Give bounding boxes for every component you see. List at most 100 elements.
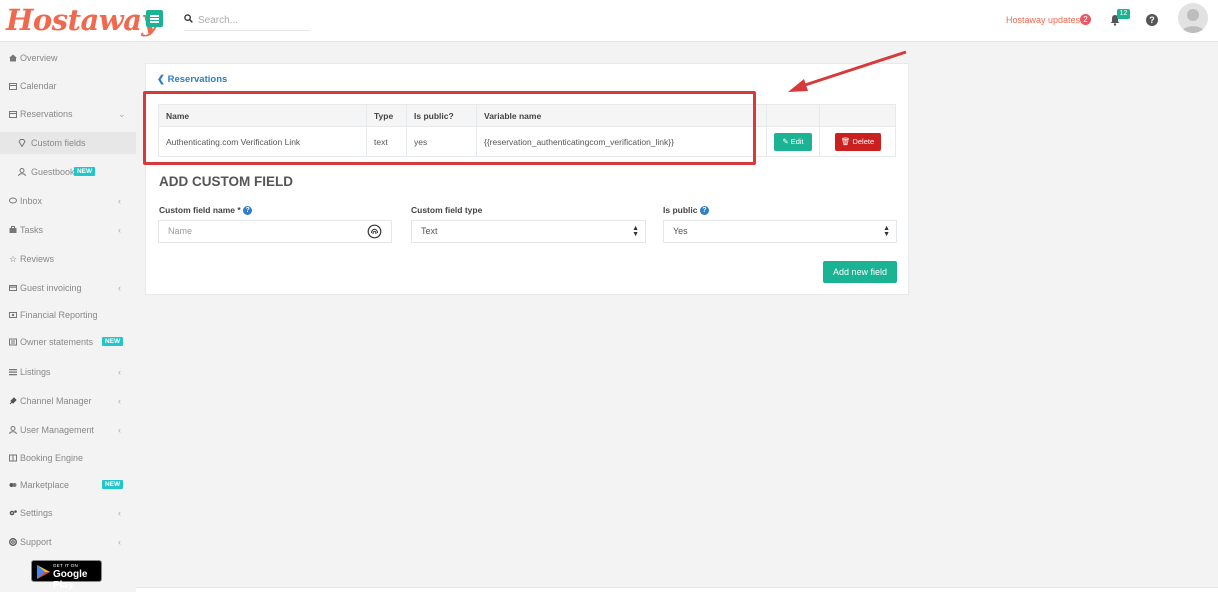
sidebar-item-label: Reviews: [20, 254, 55, 264]
sidebar-item-overview[interactable]: Overview: [0, 47, 136, 69]
info-icon[interactable]: ?: [243, 206, 253, 216]
google-play-icon: [37, 565, 50, 579]
sidebar-item-listings[interactable]: Listings ‹: [0, 361, 136, 383]
annotation-arrow-icon: [788, 50, 907, 92]
avatar[interactable]: [1178, 3, 1208, 33]
sidebar-item-label: Support: [20, 537, 52, 547]
name-label-text: Custom field name *: [159, 205, 241, 215]
sidebar-item-label: Channel Manager: [20, 396, 92, 406]
type-selected-value: Text: [421, 226, 438, 236]
sidebar-item-label: Financial Reporting: [20, 310, 98, 320]
column-header-is-public: Is public?: [406, 104, 477, 127]
sidebar-item-reviews[interactable]: ☆ Reviews: [0, 248, 136, 270]
list-icon: [9, 369, 17, 376]
top-navbar: Hostaway Hostaway updates 2 12 ?: [0, 0, 1218, 42]
sidebar-item-support[interactable]: Support ‹: [0, 531, 136, 553]
sidebar-item-label: Marketplace: [20, 480, 70, 490]
sidebar-item-label: Tasks: [20, 225, 44, 235]
sidebar-item-tasks[interactable]: Tasks ‹: [0, 219, 136, 241]
sidebar-item-guestbook[interactable]: Guestbook NEW: [0, 161, 136, 183]
column-header-type: Type: [366, 104, 407, 127]
sidebar-item-custom-fields[interactable]: Custom fields: [0, 132, 136, 154]
edit-label: Edit: [790, 136, 804, 146]
column-header-edit: [766, 104, 820, 127]
is-public-select[interactable]: Yes ▲ ▼: [663, 220, 897, 243]
chevron-left-icon: ‹: [118, 396, 121, 406]
cell-name: Authenticating.com Verification Link: [158, 126, 367, 157]
cell-variable-name: {{reservation_authenticatingcom_verifica…: [476, 126, 767, 157]
new-badge: NEW: [74, 167, 96, 176]
sidebar-item-user-management[interactable]: User Management ‹: [0, 419, 136, 441]
info-icon[interactable]: ?: [699, 206, 709, 216]
add-new-field-button[interactable]: Add new field: [823, 261, 897, 283]
custom-field-type-select[interactable]: Text ▲ ▼: [411, 220, 646, 243]
home-icon: [9, 54, 17, 62]
cell-edit: ✎ Edit: [766, 126, 820, 157]
money-icon: [9, 312, 17, 318]
sidebar-item-reservations[interactable]: Reservations ⌄: [0, 103, 136, 125]
statement-icon: [9, 338, 17, 346]
calendar-icon: [9, 83, 17, 90]
back-to-reservations-link[interactable]: ❮ Reservations: [157, 74, 227, 85]
search-input[interactable]: [198, 12, 308, 28]
new-badge: NEW: [102, 337, 124, 346]
page-footer: [136, 587, 1218, 592]
help-icon[interactable]: ?: [1146, 14, 1158, 26]
fingerprint-icon[interactable]: [367, 224, 382, 239]
sidebar-item-booking-engine[interactable]: Booking Engine: [0, 447, 136, 469]
chevron-left-icon: ❮: [157, 74, 168, 85]
sidebar-item-label: Owner statements: [20, 337, 94, 347]
hamburger-icon-line: [150, 18, 159, 20]
sidebar-item-label: Inbox: [20, 196, 43, 206]
cell-delete: 🗑 Delete: [819, 126, 896, 157]
diamond-icon: [18, 139, 26, 147]
hamburger-icon-line: [150, 15, 159, 17]
custom-field-type-label: Custom field type: [411, 205, 483, 215]
add-custom-field-title: ADD CUSTOM FIELD: [159, 174, 293, 189]
sidebar-item-inbox[interactable]: Inbox ‹: [0, 190, 136, 212]
sidebar-item-channel-manager[interactable]: Channel Manager ‹: [0, 390, 136, 412]
chevron-left-icon: ‹: [118, 508, 121, 518]
column-header-delete: [819, 104, 896, 127]
sidebar-item-marketplace[interactable]: Marketplace NEW: [0, 474, 136, 496]
table-header-row: Name Type Is public? Variable name: [158, 104, 896, 127]
sidebar-item-owner-statements[interactable]: Owner statements NEW: [0, 331, 136, 353]
sidebar-item-label: User Management: [20, 425, 95, 435]
sidebar-item-settings[interactable]: Settings ‹: [0, 502, 136, 524]
sidebar-item-label: Reservations: [20, 109, 73, 119]
sidebar-item-label: Custom fields: [31, 138, 86, 148]
chat-icon: [9, 197, 17, 204]
sidebar-item-label: Guest invoicing: [20, 283, 82, 293]
sidebar-item-guest-invoicing[interactable]: Guest invoicing ‹: [0, 277, 136, 299]
sidebar-item-financial-reporting[interactable]: Financial Reporting: [0, 304, 136, 326]
public-label-text: Is public: [663, 205, 698, 215]
hostaway-updates-link[interactable]: Hostaway updates: [1006, 15, 1080, 25]
sidebar-item-label: Listings: [20, 367, 51, 377]
menu-toggle-button[interactable]: [146, 10, 163, 27]
edit-icon: ✎: [782, 136, 791, 146]
sidebar-item-calendar[interactable]: Calendar: [0, 75, 136, 97]
credit-card-icon: [9, 285, 17, 291]
sidebar-item-label: Overview: [20, 53, 58, 63]
cell-type: text: [366, 126, 407, 157]
cogs-icon: [9, 510, 17, 516]
search-box: [184, 11, 310, 31]
public-selected-value: Yes: [673, 226, 688, 236]
edit-button[interactable]: ✎ Edit: [774, 132, 812, 151]
hostaway-logo[interactable]: Hostaway: [6, 3, 158, 37]
custom-field-name-input[interactable]: Name: [158, 220, 392, 243]
plug-icon: [9, 397, 17, 405]
chevron-left-icon: ‹: [118, 283, 121, 293]
updates-count-badge: 2: [1080, 14, 1091, 25]
delete-button[interactable]: 🗑 Delete: [834, 132, 881, 151]
custom-fields-table: Name Type Is public? Variable name Authe…: [158, 104, 896, 157]
user-avatar-icon: [1181, 9, 1205, 33]
google-play-small-text: GET IT ON: [53, 563, 79, 568]
name-placeholder: Name: [168, 226, 193, 236]
chevron-left-icon: ‹: [118, 537, 121, 547]
search-icon: [184, 14, 193, 23]
google-play-text: Google Play: [53, 569, 88, 591]
hamburger-icon-line: [150, 21, 159, 23]
google-play-badge[interactable]: GET IT ON Google Play: [31, 560, 102, 591]
star-icon: ☆: [9, 254, 18, 264]
